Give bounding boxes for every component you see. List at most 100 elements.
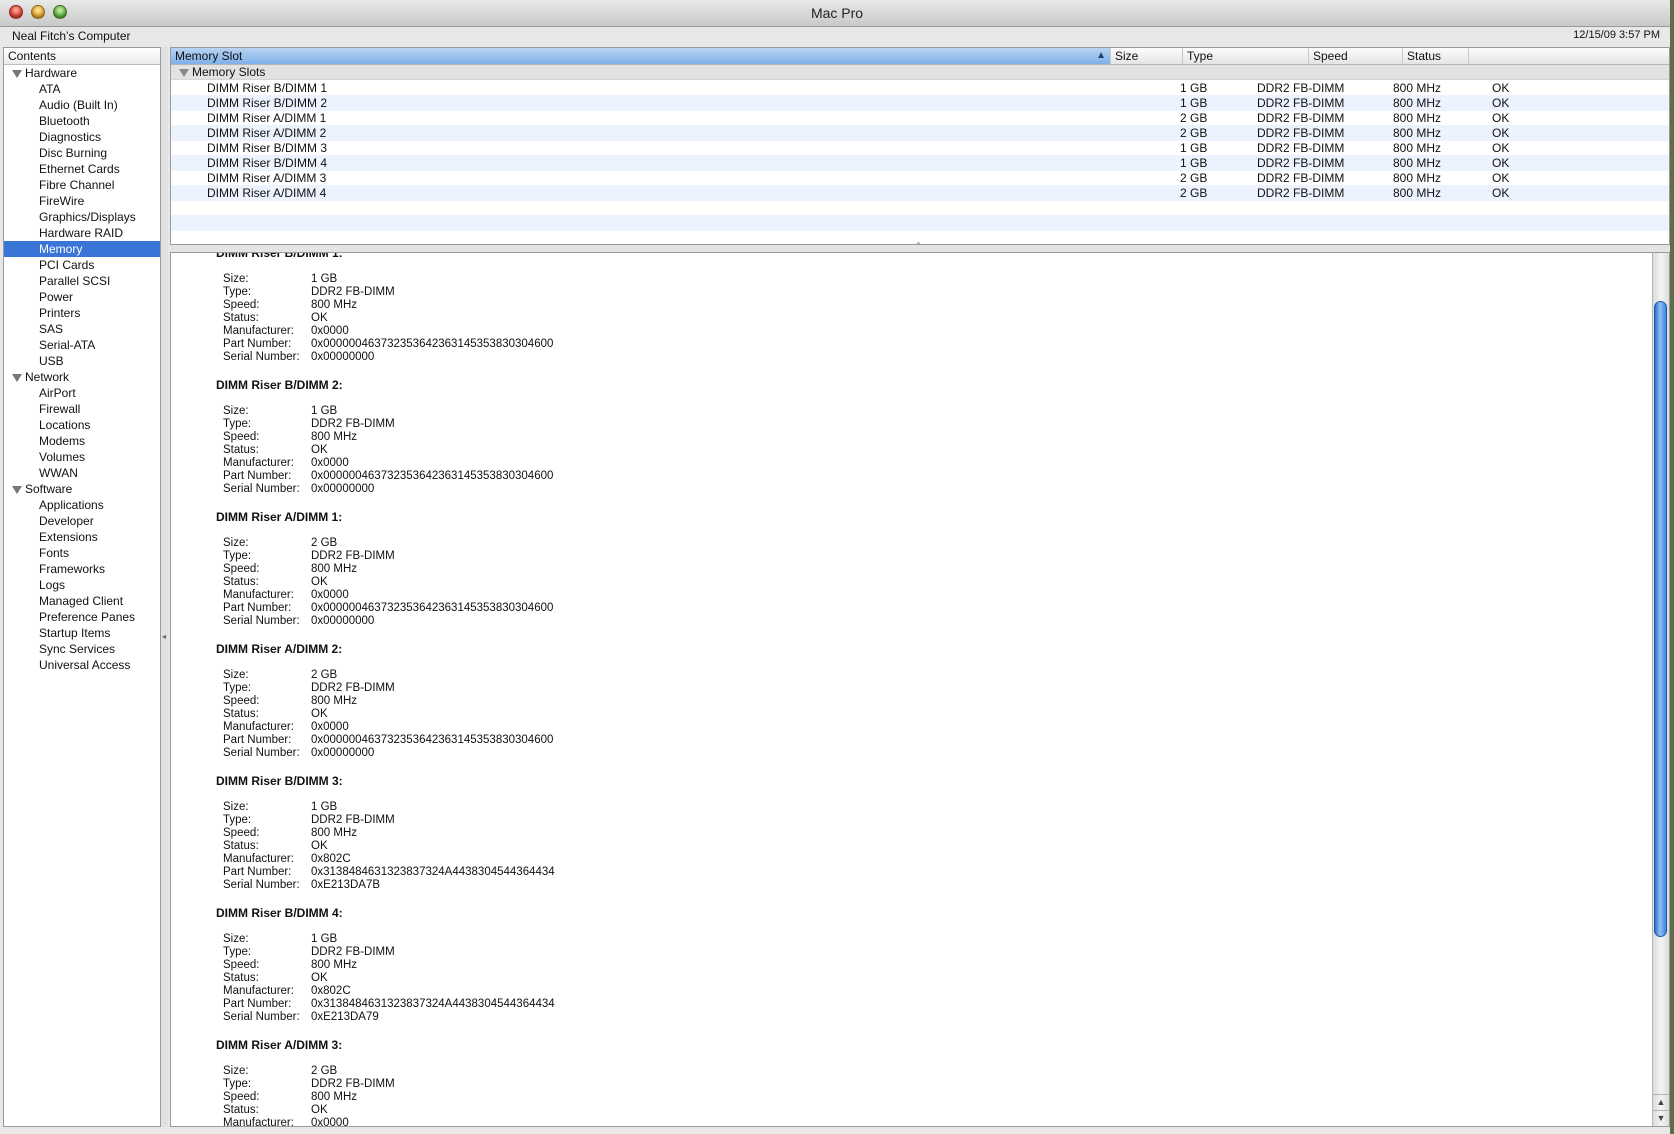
sidebar-item-volumes[interactable]: Volumes [4, 449, 160, 465]
splitter-grip-icon[interactable]: ◂ [162, 632, 166, 641]
property-value: 2 GB [311, 537, 338, 549]
column-header-speed[interactable]: Speed [1309, 48, 1403, 64]
sidebar-item-developer[interactable]: Developer [4, 513, 160, 529]
property-value: DDR2 FB-DIMM [311, 946, 395, 958]
sidebar-item-sync-services[interactable]: Sync Services [4, 641, 160, 657]
dimm-properties: Size: 1 GB Type: DDR2 FB-DIMM Speed: 800 MHz S… [223, 801, 1649, 892]
title-bar[interactable]: Mac Pro [0, 0, 1674, 27]
sidebar-item-logs[interactable]: Logs [4, 577, 160, 593]
sidebar-item-bluetooth[interactable]: Bluetooth [4, 113, 160, 129]
table-row-empty [171, 215, 1669, 231]
sidebar-item-usb[interactable]: USB [4, 353, 160, 369]
sidebar-item-preference-panes[interactable]: Preference Panes [4, 609, 160, 625]
property-label: Type: [223, 946, 252, 958]
property-label: Size: [223, 801, 249, 813]
sidebar-item-universal-access[interactable]: Universal Access [4, 657, 160, 673]
cell-speed: 800 MHz [1393, 126, 1442, 140]
table-row[interactable]: DIMM Riser A/DIMM 3 2 GB DDR2 FB-DIMM 800 M… [171, 170, 1669, 186]
sidebar-item-memory[interactable]: Memory [4, 241, 160, 257]
disclosure-triangle-icon[interactable] [12, 486, 22, 494]
sidebar-item-locations[interactable]: Locations [4, 417, 160, 433]
property-row: Serial Number: 0x00000000 [223, 615, 1649, 628]
property-row: Manufacturer: 0x0000 [223, 457, 1649, 470]
sidebar-item-hardware-raid[interactable]: Hardware RAID [4, 225, 160, 241]
sidebar-item-extensions[interactable]: Extensions [4, 529, 160, 545]
sidebar-item-fonts[interactable]: Fonts [4, 545, 160, 561]
table-row-empty [171, 200, 1669, 216]
sort-ascending-icon: ▲ [1096, 50, 1106, 61]
sidebar-item-wwan[interactable]: WWAN [4, 465, 160, 481]
sidebar-item-diagnostics[interactable]: Diagnostics [4, 129, 160, 145]
splitter-grip-icon[interactable]: ⌃ [915, 241, 922, 250]
memory-table: Memory Slot ▲ Size Type Speed Status Mem… [170, 47, 1670, 245]
property-label: Manufacturer: [223, 325, 294, 337]
disclosure-triangle-icon[interactable] [12, 70, 22, 78]
table-row[interactable]: DIMM Riser B/DIMM 2 1 GB DDR2 FB-DIMM 800 M… [171, 95, 1669, 111]
dimm-properties: Size: 1 GB Type: DDR2 FB-DIMM Speed: 800 MHz S… [223, 273, 1649, 364]
sidebar-item-sas[interactable]: SAS [4, 321, 160, 337]
memory-slots-group-row[interactable]: Memory Slots [171, 65, 1669, 80]
sidebar-group-hardware[interactable]: Hardware [4, 65, 160, 81]
property-value: 0x0000 [311, 721, 349, 733]
sidebar-item-audio-built-in[interactable]: Audio (Built In) [4, 97, 160, 113]
property-label: Manufacturer: [223, 853, 294, 865]
disclosure-triangle-icon[interactable] [179, 69, 189, 77]
sidebar-item-fibre-channel[interactable]: Fibre Channel [4, 177, 160, 193]
sidebar-item-frameworks[interactable]: Frameworks [4, 561, 160, 577]
table-row[interactable]: DIMM Riser B/DIMM 4 1 GB DDR2 FB-DIMM 800 M… [171, 155, 1669, 171]
sidebar-item-firewire[interactable]: FireWire [4, 193, 160, 209]
sidebar-item-modems[interactable]: Modems [4, 433, 160, 449]
dimm-detail-block: DIMM Riser B/DIMM 3: Size: 1 GB Type: DDR2 F… [216, 775, 1649, 907]
sidebar-item-serial-ata[interactable]: Serial-ATA [4, 337, 160, 353]
property-row: Speed: 800 MHz [223, 299, 1649, 312]
property-row: Size: 1 GB [223, 933, 1649, 946]
scroll-up-arrow-icon[interactable]: ▲ [1653, 1094, 1669, 1110]
horizontal-splitter[interactable]: ⌃ [170, 241, 1670, 252]
content-area: Memory Slot ▲ Size Type Speed Status Mem… [168, 47, 1670, 1127]
vertical-splitter[interactable]: ◂ [161, 47, 168, 1127]
property-row: Size: 1 GB [223, 801, 1649, 814]
sidebar-item-disc-burning[interactable]: Disc Burning [4, 145, 160, 161]
dimm-properties: Size: 2 GB Type: DDR2 FB-DIMM Speed: 800 MHz S… [223, 1065, 1649, 1126]
sidebar-group-software[interactable]: Software [4, 481, 160, 497]
scroll-down-arrow-icon[interactable]: ▼ [1653, 1110, 1669, 1126]
column-header-memory-slot[interactable]: Memory Slot ▲ [171, 48, 1111, 64]
sidebar-item-firewall[interactable]: Firewall [4, 401, 160, 417]
property-value: 0x00000000 [311, 483, 375, 495]
column-header-size[interactable]: Size [1111, 48, 1183, 64]
property-label: Manufacturer: [223, 985, 294, 997]
dimm-detail-block: DIMM Riser A/DIMM 1: Size: 2 GB Type: DDR2 F… [216, 511, 1649, 643]
column-header-type[interactable]: Type [1183, 48, 1309, 64]
sidebar-item-printers[interactable]: Printers [4, 305, 160, 321]
sidebar-item-ethernet-cards[interactable]: Ethernet Cards [4, 161, 160, 177]
sidebar-item-managed-client[interactable]: Managed Client [4, 593, 160, 609]
sidebar-item-airport[interactable]: AirPort [4, 385, 160, 401]
cell-type: DDR2 FB-DIMM [1257, 96, 1345, 110]
column-header-status[interactable]: Status [1403, 48, 1469, 64]
table-row[interactable]: DIMM Riser A/DIMM 4 2 GB DDR2 FB-DIMM 800 M… [171, 185, 1669, 201]
sidebar-item-power[interactable]: Power [4, 289, 160, 305]
contents-tree: Hardware ATA Audio (Built In) Bluetooth Diag… [4, 65, 160, 673]
scrollbar-thumb[interactable] [1654, 301, 1667, 937]
property-value: 0x000000463732353642363145353830304600 [311, 338, 554, 350]
disclosure-triangle-icon[interactable] [12, 374, 22, 382]
table-row[interactable]: DIMM Riser A/DIMM 1 2 GB DDR2 FB-DIMM 800 M… [171, 110, 1669, 126]
sidebar-item-applications[interactable]: Applications [4, 497, 160, 513]
detail-scrollbar[interactable]: ▲ ▼ [1652, 253, 1669, 1126]
property-row: Speed: 800 MHz [223, 1091, 1649, 1104]
cell-status: OK [1492, 171, 1510, 185]
property-value: DDR2 FB-DIMM [311, 550, 395, 562]
property-row: Type: DDR2 FB-DIMM [223, 550, 1649, 563]
table-row[interactable]: DIMM Riser B/DIMM 1 1 GB DDR2 FB-DIMM 800 M… [171, 80, 1669, 96]
table-row[interactable]: DIMM Riser B/DIMM 3 1 GB DDR2 FB-DIMM 800 M… [171, 140, 1669, 156]
cell-type: DDR2 FB-DIMM [1257, 186, 1345, 200]
sidebar-group-network[interactable]: Network [4, 369, 160, 385]
property-label: Manufacturer: [223, 589, 294, 601]
sidebar-item-ata[interactable]: ATA [4, 81, 160, 97]
sidebar-item-pci-cards[interactable]: PCI Cards [4, 257, 160, 273]
sidebar-item-startup-items[interactable]: Startup Items [4, 625, 160, 641]
sidebar-item-parallel-scsi[interactable]: Parallel SCSI [4, 273, 160, 289]
cell-size: 2 GB [1180, 111, 1208, 125]
table-row[interactable]: DIMM Riser A/DIMM 2 2 GB DDR2 FB-DIMM 800 M… [171, 125, 1669, 141]
sidebar-item-graphics-displays[interactable]: Graphics/Displays [4, 209, 160, 225]
